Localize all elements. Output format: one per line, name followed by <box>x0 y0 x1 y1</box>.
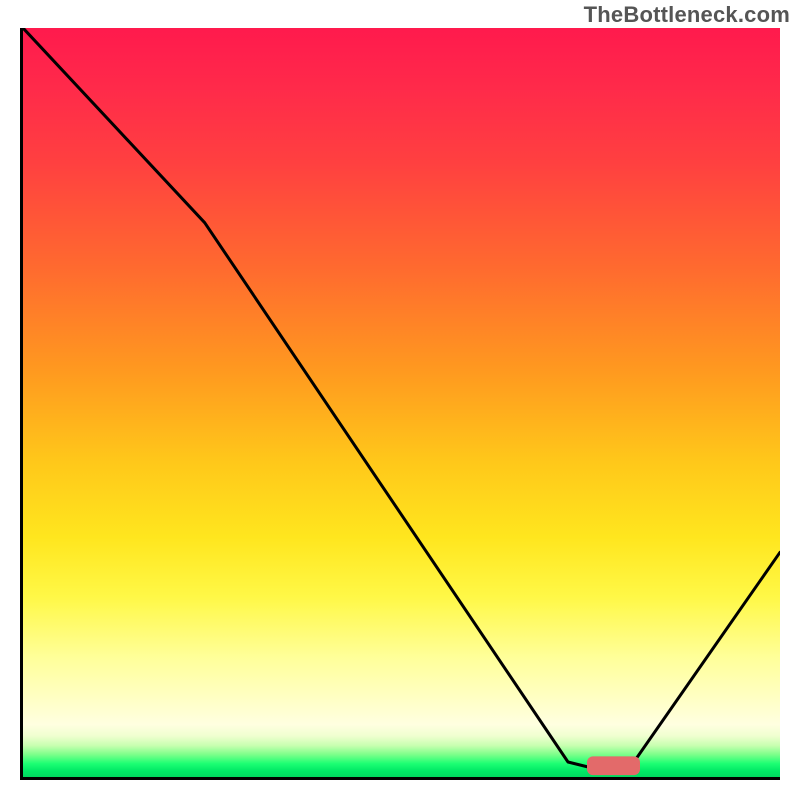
plot-area <box>23 28 780 777</box>
chart-container: TheBottleneck.com <box>0 0 800 800</box>
bottleneck-curve-svg <box>23 28 780 777</box>
optimal-marker <box>587 756 640 775</box>
watermark-label: TheBottleneck.com <box>584 2 790 28</box>
bottleneck-curve-line <box>23 28 780 770</box>
